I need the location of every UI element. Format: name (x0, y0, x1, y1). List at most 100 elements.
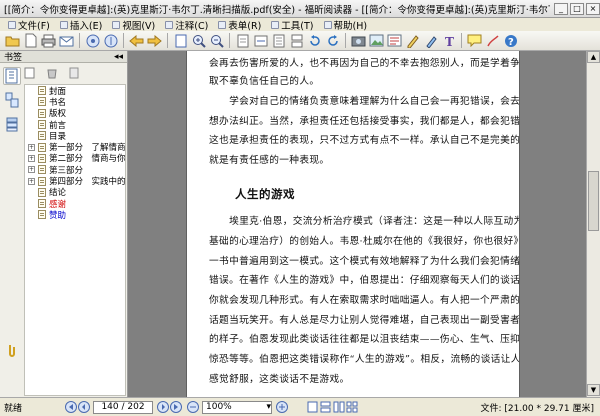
bookmark-item[interactable]: 前言 (25, 119, 125, 131)
zoom-out-status-icon[interactable] (186, 401, 199, 414)
bookmark-item[interactable]: 感谢 (25, 198, 125, 210)
bookmark-item[interactable]: + 第三部分 (25, 164, 125, 176)
open-folder-icon[interactable] (4, 32, 21, 49)
attachment-icon[interactable] (6, 343, 18, 357)
note-icon[interactable] (466, 32, 483, 49)
menu-file[interactable]: 文件(F) (4, 18, 54, 32)
text-line: 取不辜负信任自己的人。 (209, 76, 320, 87)
collapse-sidebar-icon[interactable]: ◂◂ (114, 52, 123, 62)
toolbar-separator (123, 33, 124, 48)
zoom-out-icon[interactable] (208, 32, 225, 49)
bookmark-options-icon[interactable] (68, 67, 80, 79)
bookmark-item[interactable]: 封面 (25, 85, 125, 97)
actual-size-icon[interactable] (234, 32, 251, 49)
tab-thumbnails[interactable] (3, 91, 21, 109)
text-line: 话题当玩笑开。有人总是尽力让别人觉得难堪，自己表现出一副受害者 (209, 315, 520, 326)
new-bookmark-icon[interactable] (24, 67, 36, 79)
previous-page-icon[interactable] (77, 401, 90, 414)
scroll-thumb[interactable] (588, 171, 599, 231)
close-button[interactable]: × (586, 2, 600, 15)
bookmark-tools (24, 67, 80, 79)
bookmark-item[interactable]: 版权 (25, 108, 125, 119)
menu-help[interactable]: 帮助(H) (320, 18, 372, 32)
page-number-input[interactable]: 140 / 202 (93, 400, 153, 414)
bookmark-item[interactable]: + 第二部分 情商与你： (25, 153, 125, 164)
rotate-right-icon[interactable] (324, 32, 341, 49)
menu-view[interactable]: 视图(V) (108, 18, 159, 32)
continuous-view-icon[interactable] (319, 401, 332, 414)
draw-icon[interactable] (484, 32, 501, 49)
delete-bookmark-icon[interactable] (46, 67, 58, 79)
help-icon[interactable]: ? (502, 32, 519, 49)
email-icon[interactable] (58, 32, 75, 49)
bookmark-page-icon (38, 176, 46, 186)
expand-icon[interactable]: + (28, 143, 35, 151)
toolbar-separator (167, 33, 168, 48)
image-icon[interactable] (368, 32, 385, 49)
bookmark-item[interactable]: + 第一部分 了解情商 (25, 141, 125, 153)
bookmark-page-icon (38, 165, 46, 175)
maximize-button[interactable]: □ (570, 2, 584, 15)
main-toolbar: T ? (0, 31, 600, 51)
expand-icon[interactable]: + (28, 177, 35, 185)
bookmark-item[interactable]: 结论 (25, 187, 125, 198)
menu-tools[interactable]: 工具(T) (267, 18, 317, 32)
scroll-down-icon[interactable]: ▼ (587, 384, 600, 396)
fit-width-icon[interactable] (252, 32, 269, 49)
zoom-select[interactable]: 100% ▾ (202, 400, 272, 414)
expand-icon[interactable]: + (28, 166, 35, 174)
forward-icon[interactable] (146, 32, 163, 49)
bookmark-label: 赞助 (49, 210, 67, 221)
title-bar: [[简介：令你变得更卓越]:(英)克里斯汀·韦尔丁.清晰扫描版.pdf(安全) … (0, 0, 600, 18)
text-tool-icon[interactable]: T (440, 32, 457, 49)
facing-view-icon[interactable] (332, 401, 345, 414)
status-bar: 就绪 140 / 202 100% ▾ 文件: [21.00 * 29.71 厘米… (0, 397, 600, 416)
window-controls: _ □ × (554, 2, 600, 15)
minimize-button[interactable]: _ (554, 2, 568, 15)
fit-visible-icon[interactable] (270, 32, 287, 49)
sidebar-tabs (2, 67, 22, 387)
back-icon[interactable] (128, 32, 145, 49)
vertical-scrollbar[interactable]: ▲ ▼ (586, 51, 600, 397)
print-icon[interactable] (40, 32, 57, 49)
next-page-icon[interactable] (156, 401, 169, 414)
menu-insert[interactable]: 插入(E) (56, 18, 106, 32)
text-line: 感觉舒服，这类谈话不是游戏。 (209, 374, 350, 385)
text-line: 学会对自己的情绪负责意味着理解为什么自己会一再犯错误，会去 (209, 96, 520, 107)
first-page-icon[interactable] (64, 401, 77, 414)
highlight-icon[interactable] (422, 32, 439, 49)
find-text-icon[interactable] (386, 32, 403, 49)
bookmark-page-icon (38, 120, 46, 130)
zoom-in-icon[interactable] (190, 32, 207, 49)
bookmark-item[interactable]: 书名 (25, 96, 125, 108)
typewriter-icon[interactable] (404, 32, 421, 49)
hand-tool-icon[interactable] (84, 32, 101, 49)
continuous-page-icon[interactable] (288, 32, 305, 49)
bookmark-page-icon (38, 142, 46, 152)
bookmark-item[interactable]: 赞助 (25, 209, 125, 221)
bookmark-label: 第二部分 情商与你： (49, 154, 126, 165)
tab-layers[interactable] (3, 115, 21, 133)
single-page-view-icon[interactable] (306, 401, 319, 414)
bookmark-page-icon (38, 187, 46, 197)
tab-bookmarks[interactable] (3, 67, 21, 85)
snapshot-icon[interactable] (350, 32, 367, 49)
comment-menu-icon (165, 20, 174, 29)
form-menu-icon (218, 20, 227, 29)
menu-form[interactable]: 表单(R) (214, 18, 265, 32)
bookmark-item[interactable]: 目录 (25, 130, 125, 142)
expand-icon[interactable]: + (28, 154, 35, 162)
zoom-in-status-icon[interactable] (275, 401, 288, 414)
last-page-icon[interactable] (169, 401, 182, 414)
svg-text:?: ? (508, 37, 514, 48)
select-text-icon[interactable] (102, 32, 119, 49)
text-line: 一书中普遍用到这一模式。这个模式有效地解释了为什么我们会犯情绪 (209, 256, 520, 267)
fit-page-icon[interactable] (172, 32, 189, 49)
menu-comment[interactable]: 注释(C) (161, 18, 212, 32)
bookmark-item[interactable]: + 第四部分 实践中的情 (25, 175, 125, 187)
continuous-facing-view-icon[interactable] (345, 401, 358, 414)
rotate-left-icon[interactable] (306, 32, 323, 49)
new-document-icon[interactable] (22, 32, 39, 49)
text-line: 错误。在著作《人生的游戏》中，伯恩提出：仔细观察每天人们的谈话， (209, 275, 520, 286)
scroll-up-icon[interactable]: ▲ (587, 51, 600, 63)
